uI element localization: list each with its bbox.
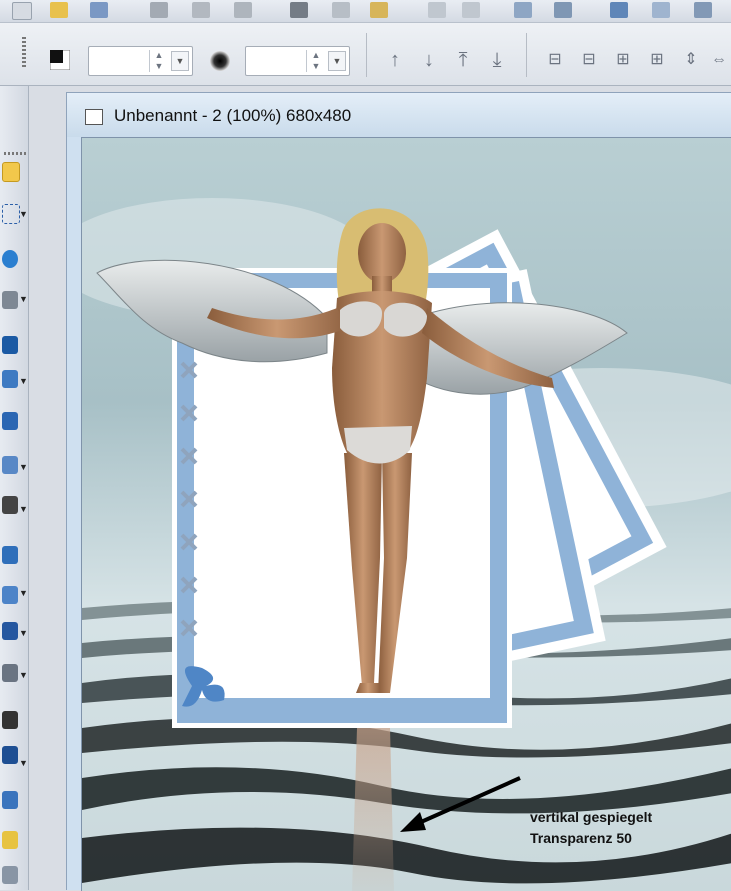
shape-tool-icon[interactable] [2,791,18,809]
center-vertical-icon[interactable]: ⇕ [680,47,702,73]
move-top-icon[interactable]: ⤒ [452,47,474,73]
print-icon[interactable] [150,2,168,18]
move-up-icon[interactable]: ↑ [384,47,406,73]
clone-tool-icon[interactable] [2,546,18,564]
expand-arrow-icon[interactable]: ▼ [19,504,28,514]
retouch-tool-icon[interactable] [2,586,18,604]
document-title: Unbenannt - 2 (100%) 680x480 [114,106,352,125]
redo-icon[interactable] [462,2,480,18]
annotation-line-1: vertikal gespiegelt [530,809,653,825]
capture-icon[interactable] [554,2,572,18]
align-top-icon[interactable]: ⊞ [612,47,634,73]
cut-icon[interactable] [290,2,308,18]
expand-arrow-icon[interactable]: ▼ [19,670,28,680]
expand-arrow-icon[interactable]: ▼ [19,588,28,598]
toolbar-grip[interactable] [22,37,26,67]
align-bottom-icon[interactable]: ⊞ [646,47,668,73]
browse-icon[interactable] [234,2,252,18]
artwork [82,138,731,891]
undo-icon[interactable] [428,2,446,18]
gallery-icon[interactable] [694,2,712,18]
picture-tube-icon[interactable] [2,711,18,729]
selection-tool-icon[interactable] [2,204,20,224]
document-icon [85,109,103,125]
brush-tool-icon[interactable] [2,456,18,474]
color-changer-icon[interactable] [2,746,18,764]
save-icon[interactable] [90,2,108,18]
tools-palette: ▼ ▼ ▼ ▼ ▼ ▼ ▼ ▼ ▼ [0,86,29,890]
palette-grip[interactable] [4,152,26,155]
new-file-icon[interactable] [12,2,32,20]
align-right-icon[interactable]: ⊟ [578,47,600,73]
center-horizontal-icon[interactable]: ⇔ [708,47,730,73]
crop-tool-icon[interactable] [2,336,18,354]
document-window[interactable]: Unbenannt - 2 (100%) 680x480 vertikal ge… [66,92,731,891]
expand-arrow-icon[interactable]: ▼ [19,462,28,472]
brush-shape-icon[interactable] [208,49,232,73]
fill-tool-icon[interactable] [2,664,18,682]
scan-icon[interactable] [192,2,210,18]
expand-arrow-icon[interactable]: ▼ [19,209,28,219]
annotation-line-2: Transparenz 50 [530,830,632,846]
size-spin-arrows[interactable]: ▲ ▼ [149,50,168,72]
opacity-dropdown-button[interactable]: ▼ [328,51,346,71]
copy-icon[interactable] [332,2,350,18]
size-dropdown-button[interactable]: ▼ [171,51,189,71]
open-folder-icon[interactable] [50,2,68,18]
move-down-icon[interactable]: ↓ [418,47,440,73]
dropper-tool-icon[interactable] [2,831,18,849]
paste-icon[interactable] [370,2,388,18]
opacity-spin-arrows[interactable]: ▲ ▼ [306,50,325,72]
straighten-tool-icon[interactable] [2,370,18,388]
main-toolbar [0,0,731,23]
effects-icon[interactable] [610,2,628,18]
foreground-color-icon[interactable] [50,50,70,70]
pen-tool-icon[interactable] [2,496,18,514]
expand-arrow-icon[interactable]: ▼ [19,376,28,386]
move-tool-icon[interactable] [2,291,18,309]
expand-arrow-icon[interactable]: ▼ [19,628,28,638]
sparkle-icon[interactable] [652,2,670,18]
size-spinbox[interactable]: ▲ ▼ ▼ [88,46,193,76]
text-tool-icon[interactable] [2,412,18,430]
undo-tool-icon[interactable] [2,866,18,884]
document-titlebar[interactable]: Unbenannt - 2 (100%) 680x480 [67,93,731,137]
image-canvas[interactable]: vertikal gespiegelt Transparenz 50 [81,137,731,891]
pan-tool-icon[interactable] [2,162,20,182]
separator [526,33,527,77]
move-bottom-icon[interactable]: ⤓ [486,47,508,73]
layer-icon[interactable] [514,2,532,18]
expand-arrow-icon[interactable]: ▼ [19,758,28,768]
separator [366,33,367,77]
align-left-icon[interactable]: ⊟ [544,47,566,73]
tool-options-bar: ▲ ▼ ▼ ▲ ▼ ▼ ↑ ↓ ⤒ ⤓ ⊟ ⊟ ⊞ ⊞ ⇕ ⇔ [0,23,731,86]
lasso-tool-icon[interactable] [2,250,18,268]
eraser-tool-icon[interactable] [2,622,18,640]
opacity-spinbox[interactable]: ▲ ▼ ▼ [245,46,350,76]
expand-arrow-icon[interactable]: ▼ [19,294,28,304]
